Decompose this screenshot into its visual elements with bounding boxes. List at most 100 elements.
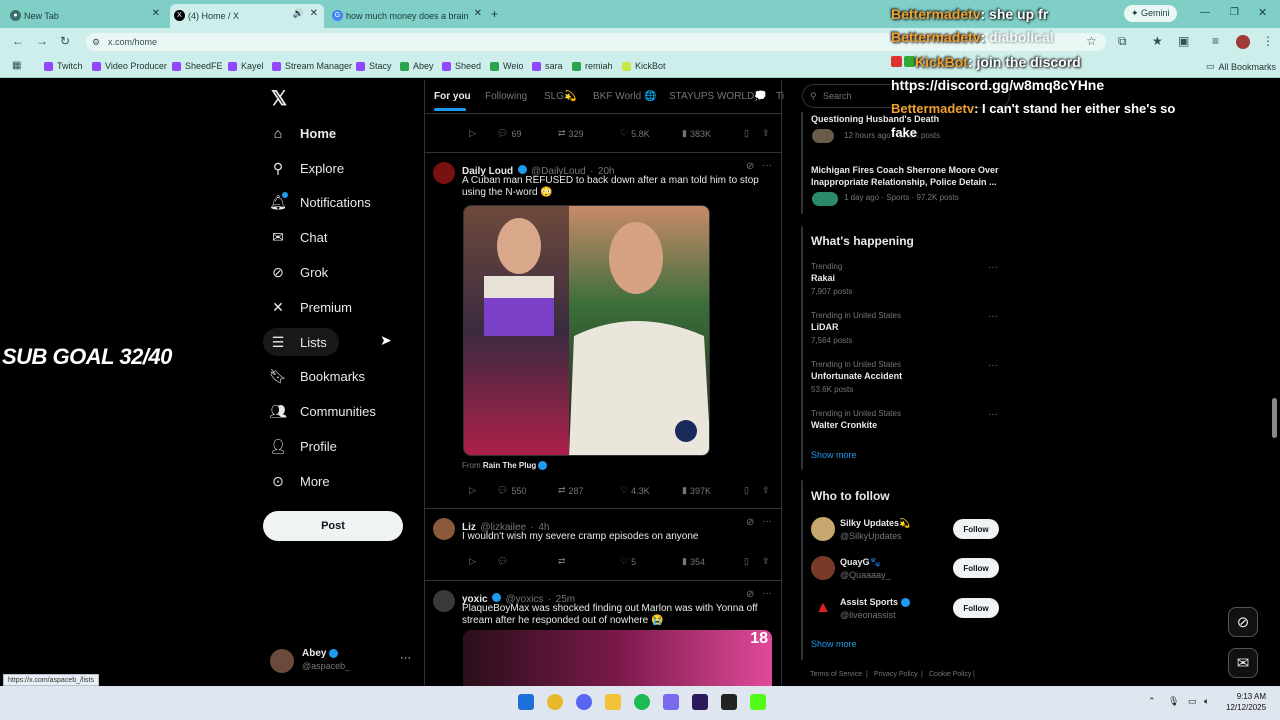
like-action[interactable]: ♡ 5 — [620, 556, 636, 567]
account-more-icon[interactable]: ··· — [400, 652, 411, 664]
downloads-icon[interactable]: ≡ — [1212, 34, 1219, 48]
trend-name[interactable]: Unfortunate Accident — [811, 371, 902, 381]
kick-icon[interactable] — [750, 694, 766, 710]
views-action[interactable]: ▮ 383K — [682, 128, 711, 139]
bookmark-item[interactable]: remiah — [572, 61, 613, 71]
grok-icon[interactable]: ⊘ — [746, 161, 754, 172]
chrome-icon[interactable] — [547, 694, 563, 710]
repost-action[interactable]: ⇄ — [558, 556, 569, 567]
avatar[interactable] — [270, 649, 294, 673]
follow-button[interactable]: Follow — [953, 519, 999, 539]
minimize-icon[interactable]: — — [1200, 7, 1210, 18]
bookmark-item[interactable]: Sheed — [442, 61, 481, 71]
file-explorer-icon[interactable] — [605, 694, 621, 710]
reply-action[interactable]: 💬︎ 69 — [497, 128, 521, 139]
spotify-icon[interactable] — [634, 694, 650, 710]
display-icon[interactable]: ▭ — [1188, 696, 1197, 707]
discord-icon[interactable] — [576, 694, 592, 710]
bookmark-item[interactable]: Stacy — [356, 61, 392, 71]
close-icon[interactable]: ✕ — [310, 8, 318, 19]
suggestion-name[interactable]: QuayG🐾 — [840, 557, 881, 568]
site-info-icon[interactable]: ⚙ — [92, 33, 100, 51]
tab-for-you[interactable]: For you — [434, 91, 471, 102]
repost-action[interactable]: ⇄ 287 — [558, 485, 584, 496]
bookmark-item[interactable]: Abey — [400, 61, 434, 71]
bookmark-item[interactable]: KickBot — [622, 61, 666, 71]
tab-slg[interactable]: SLG💫 — [544, 91, 576, 102]
grok-icon[interactable]: ⊘ — [746, 517, 754, 528]
sidebar-item-profile[interactable]: 👤︎ Profile — [269, 432, 337, 460]
views-action[interactable]: ▮ 397K — [682, 485, 711, 496]
privacy-link[interactable]: Privacy Policy — [874, 671, 918, 678]
bookmark-icon[interactable]: ▯ — [744, 128, 749, 139]
bookmark-item[interactable]: Stream Manager — [272, 61, 352, 71]
bookmark-item[interactable]: SheedFE — [172, 61, 223, 71]
from-account[interactable]: Rain The Plug — [483, 461, 536, 470]
reply-action[interactable]: 💬︎ 550 — [497, 485, 526, 496]
reload-icon[interactable]: ↻ — [60, 34, 70, 48]
play-icon[interactable]: ▷ — [469, 485, 476, 496]
window-close-icon[interactable]: ✕ — [1258, 6, 1267, 19]
bookmark-icon[interactable]: ▯ — [744, 485, 749, 496]
tab-new-tab[interactable]: ● New Tab ✕ — [6, 4, 166, 28]
sidebar-item-lists[interactable]: ☰ Lists — [270, 328, 327, 356]
new-tab-icon[interactable]: + — [491, 7, 498, 21]
trend-more-icon[interactable]: ··· — [988, 360, 998, 371]
post-button[interactable]: Post — [263, 511, 403, 541]
extensions-icon[interactable]: ⧉ — [1118, 34, 1127, 49]
avatar[interactable]: ▲ — [811, 596, 835, 620]
avatar[interactable] — [811, 556, 835, 580]
tab-x-home[interactable]: X (4) Home / X 🔊 ✕ — [170, 4, 324, 28]
play-icon[interactable]: ▷ — [469, 128, 476, 139]
bookmark-item[interactable]: Weio — [490, 61, 523, 71]
windows-start-icon[interactable] — [518, 694, 534, 710]
trend-more-icon[interactable]: ··· — [988, 262, 998, 273]
system-clock[interactable]: 9:13 AM 12/12/2025 — [1226, 691, 1266, 713]
tab-bkf-world[interactable]: BKF World 🌐 — [593, 91, 656, 102]
avatar[interactable] — [433, 162, 455, 184]
cookie-link[interactable]: Cookie Policy — [929, 671, 971, 678]
post-video[interactable] — [463, 205, 710, 456]
bookmark-item[interactable]: sara — [532, 61, 563, 71]
account-name[interactable]: Abey — [302, 648, 339, 659]
apps-grid-icon[interactable]: ▦ — [12, 60, 21, 71]
follow-button[interactable]: Follow — [953, 558, 999, 578]
sidebar-item-premium[interactable]: ✕ Premium — [270, 293, 352, 321]
show-more-link[interactable]: Show more — [811, 639, 857, 649]
all-bookmarks[interactable]: ▭ All Bookmarks — [1206, 61, 1276, 72]
sidebar-item-grok[interactable]: ⊘ Grok — [270, 258, 328, 286]
views-action[interactable]: ▮ 354 — [682, 556, 705, 567]
suggestion-name[interactable]: Silky Updates💫 — [840, 518, 910, 529]
show-more-link[interactable]: Show more — [811, 450, 857, 460]
restore-icon[interactable]: ❐ — [1230, 7, 1239, 18]
trend-name[interactable]: Rakai — [811, 273, 835, 283]
tab-stayups-world[interactable]: STAYUPS WORLD💭 — [669, 91, 767, 102]
follow-button[interactable]: Follow — [953, 598, 999, 618]
tray-chevron-icon[interactable]: ⌃ — [1148, 696, 1156, 707]
suggestion-name-row[interactable]: Assist Sports — [840, 597, 910, 608]
gemini-button[interactable]: ✦ Gemini — [1124, 5, 1177, 22]
share-icon[interactable]: ⇪ — [762, 556, 770, 567]
terms-link[interactable]: Terms of Service — [810, 671, 862, 678]
tab-following[interactable]: Following — [485, 91, 527, 102]
volume-icon[interactable]: 🔈︎ — [1204, 696, 1209, 707]
menu-icon[interactable]: ⋮ — [1262, 34, 1274, 48]
bookmark-icon[interactable]: ▯ — [744, 556, 749, 567]
sidebar-item-communities[interactable]: 👥︎ Communities — [269, 397, 376, 425]
sidepanel-icon[interactable]: ▣ — [1178, 34, 1189, 48]
post-more-icon[interactable]: ··· — [762, 588, 772, 599]
bookmark-item[interactable]: Video Producer — [92, 61, 167, 71]
sidebar-item-explore[interactable]: ⚲ Explore — [270, 154, 344, 182]
trend-name[interactable]: LiDAR — [811, 322, 839, 332]
like-action[interactable]: ♡ 5.8K — [620, 128, 650, 139]
premiere-icon[interactable] — [692, 694, 708, 710]
profile-avatar[interactable] — [1236, 35, 1250, 49]
avatar[interactable] — [433, 518, 455, 540]
close-icon[interactable]: ✕ — [474, 8, 482, 19]
post-more-icon[interactable]: ··· — [762, 160, 772, 171]
sidebar-item-bookmarks[interactable]: 🔖︎ Bookmarks — [269, 362, 365, 390]
close-icon[interactable]: ✕ — [152, 8, 160, 19]
mail-icon[interactable]: ✉ — [1228, 648, 1258, 678]
sidebar-item-more[interactable]: ⊙ More — [270, 467, 330, 495]
trend-more-icon[interactable]: ··· — [988, 311, 998, 322]
